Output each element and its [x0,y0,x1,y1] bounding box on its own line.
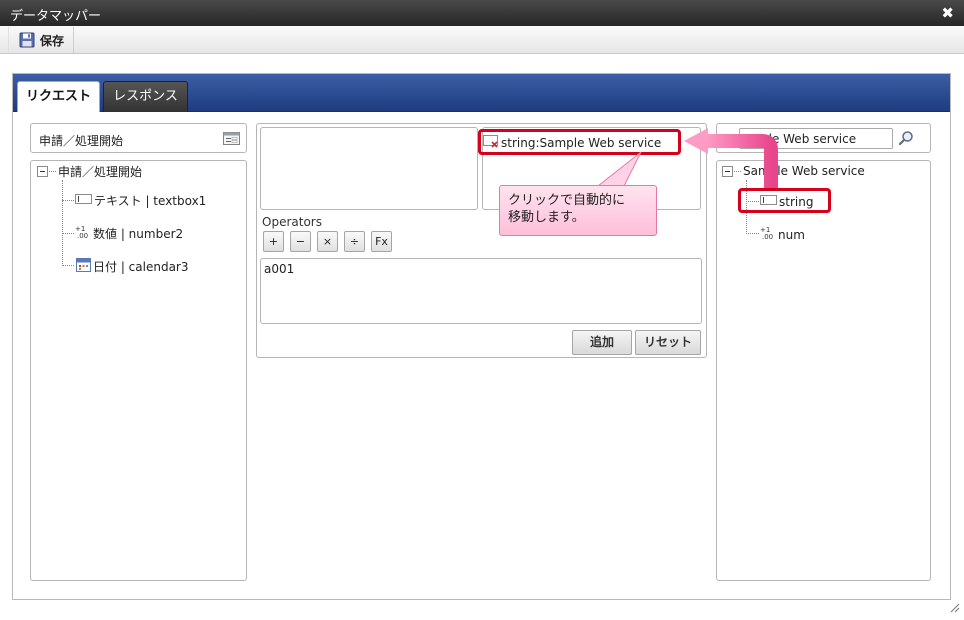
expression-textarea[interactable]: a001 [260,258,702,324]
calendar-icon [76,257,91,275]
search-input[interactable]: ple Web service [739,128,893,149]
textbox-icon [75,193,92,208]
tab-request[interactable]: リクエスト [17,81,100,112]
operator-multiply-button[interactable]: × [317,231,338,252]
svg-text:.00: .00 [77,232,88,239]
tree-connector [62,180,63,266]
right-root-label: Sample Web service [743,164,865,178]
toolbar: 保存 [0,26,964,54]
tree-connector [62,233,74,234]
reset-button[interactable]: リセット [635,330,701,355]
left-header-label: 申請／処理開始 [39,134,124,148]
right-item-label: num [778,227,805,242]
operators-label: Operators [262,215,322,229]
operator-plus-button[interactable]: + [263,231,284,252]
tab-response[interactable]: レスポンス [103,81,188,112]
source-drop-area[interactable] [260,127,478,210]
search-icon[interactable] [898,130,914,149]
close-icon[interactable]: ✖ [941,4,954,22]
target-highlight-box [478,129,681,155]
right-tree-root[interactable]: Sample Web service [743,164,865,178]
annotation-callout: クリックで自動的に 移動します。 [499,185,657,236]
left-tree-item[interactable]: +1.00 数値 | number2 [75,225,183,242]
number-icon: +1.00 [760,226,776,243]
operator-divide-button[interactable]: ÷ [344,231,365,252]
right-tree-panel [716,160,931,581]
tree-connector [62,200,74,201]
add-button[interactable]: 追加 [572,330,632,355]
floppy-disk-icon [19,32,35,48]
tab-bar: リクエスト レスポンス [13,74,950,112]
operator-function-button[interactable]: Fx [371,231,392,252]
save-label: 保存 [40,33,65,48]
tree-connector [49,171,56,172]
resize-grip-icon[interactable] [949,602,960,616]
left-item-label: 数値 | number2 [93,227,184,241]
left-item-label: 日付 | calendar3 [93,259,189,274]
save-button[interactable]: 保存 [8,27,75,53]
tree-connector [746,233,759,234]
right-header-box: ple Web service [716,123,931,153]
callout-line2: 移動します。 [508,210,585,225]
collapse-icon[interactable] [37,166,48,177]
form-icon[interactable] [223,132,240,148]
left-header-box: 申請／処理開始 [30,123,247,153]
window-titlebar: データマッパー ✖ [0,0,964,26]
left-tree-root[interactable]: 申請／処理開始 [58,163,142,180]
expression-value: a001 [264,262,295,276]
collapse-icon[interactable] [722,166,733,177]
search-input-value: ple Web service [761,132,857,146]
operator-minus-button[interactable]: − [290,231,311,252]
left-item-label: テキスト | textbox1 [94,194,207,208]
tree-connector [734,171,741,172]
tree-connector [62,265,74,266]
left-root-label: 申請／処理開始 [58,165,143,179]
callout-line1: クリックで自動的に [508,193,626,208]
right-tree-item[interactable]: +1.00 num [760,226,805,243]
window-title: データマッパー [10,9,102,24]
source-highlight-box [738,188,831,213]
left-tree-item[interactable]: テキスト | textbox1 [75,192,206,209]
svg-text:.00: .00 [762,233,773,240]
number-icon: +1.00 [75,225,91,242]
left-tree-item[interactable]: 日付 | calendar3 [76,257,189,275]
